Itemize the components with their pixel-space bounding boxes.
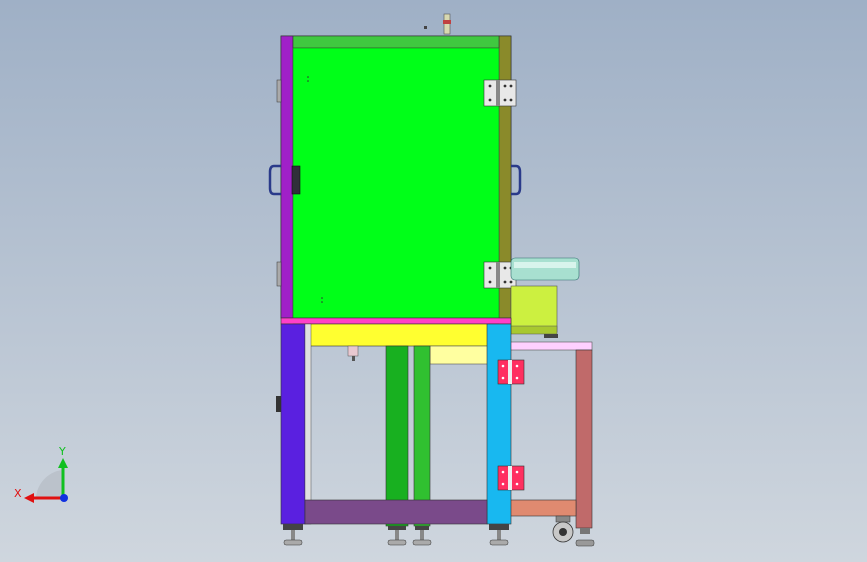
y-axis-label: Y [58,445,66,458]
x-axis-label: X [14,487,22,500]
cad-viewport[interactable]: Y X [0,0,867,562]
x-axis-arrow [24,493,34,503]
axis-triad: Y X [14,445,68,503]
y-axis-arrow [58,458,68,468]
z-axis-dot [60,494,68,502]
